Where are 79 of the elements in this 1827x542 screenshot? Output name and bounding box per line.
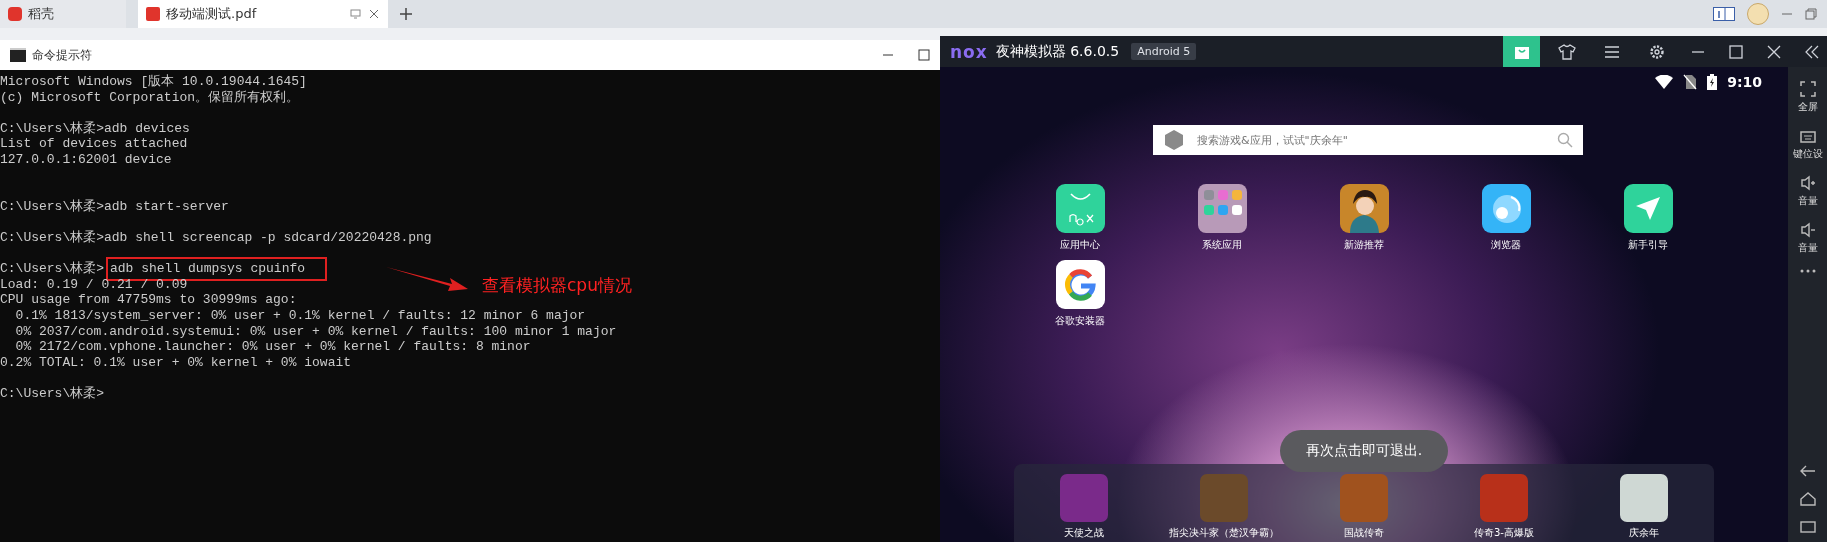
app-logo-icon	[8, 7, 22, 21]
console-text: (c) Microsoft Corporation。保留所有权利。	[0, 89, 300, 105]
menu-icon	[1602, 43, 1621, 60]
sidebar-label: 音量	[1797, 194, 1818, 208]
console-command: adb start-server	[104, 198, 229, 214]
app-label: 新游推荐	[1344, 238, 1384, 252]
app-label: 指尖决斗家（楚汉争霸）	[1169, 526, 1279, 540]
new-tab-icon[interactable]	[400, 8, 412, 20]
settings-icon	[1647, 43, 1666, 60]
console-command: adb shell screencap -p sdcard/20220428.png	[104, 229, 432, 245]
console-prompt: C:\Users\林柔>	[0, 261, 104, 277]
sidebar-label: 键位设	[1792, 147, 1823, 161]
game-thumbnail[interactable]	[1480, 474, 1528, 522]
document-tab[interactable]: 稻壳	[0, 0, 126, 28]
home-icon[interactable]	[1799, 492, 1816, 506]
game-icon[interactable]	[1339, 184, 1389, 233]
status-time: 9:10	[1727, 74, 1762, 90]
app-label: 应用中心	[1060, 238, 1100, 252]
volume-down-icon[interactable]	[1799, 222, 1816, 238]
app-logo: nox	[950, 41, 988, 62]
app-label: 新手引导	[1628, 238, 1668, 252]
app-label: 国战传奇	[1344, 526, 1384, 540]
app-label: 浏览器	[1491, 238, 1521, 252]
volume-up-icon[interactable]	[1799, 175, 1816, 191]
annotation-text: 查看模拟器cpu情况	[482, 275, 632, 296]
recent-apps-icon[interactable]	[1799, 520, 1816, 534]
collapse-icon[interactable]	[1805, 44, 1819, 59]
folder-icon[interactable]	[1197, 184, 1247, 233]
console-prompt: C:\Users\林柔>	[0, 120, 104, 136]
app-label: 谷歌安装器	[1055, 314, 1105, 328]
wifi-icon	[1655, 75, 1674, 89]
console-text: 0.1% 1813/system_server: 0% user + 0.1% kernel / faults: 12 minor 6 major	[14, 307, 586, 323]
browser-icon[interactable]	[1481, 184, 1531, 233]
close-icon[interactable]	[1767, 44, 1781, 59]
console-text: 0.2% TOTAL: 0.1% user + 0% kernel + 0% iowait	[0, 354, 352, 370]
window-title: 夜神模拟器 6.6.0.5	[995, 42, 1120, 61]
toast-message: 再次点击即可退出.	[1279, 430, 1449, 472]
game-thumbnail[interactable]	[1200, 474, 1248, 522]
console-text: Microsoft Windows [版本 10.0.19044.1645]	[0, 74, 307, 89]
game-thumbnail[interactable]	[1340, 474, 1388, 522]
console-prompt: C:\Users\林柔>	[0, 229, 104, 245]
tab-actions-icon[interactable]	[350, 8, 380, 20]
search-field[interactable]: 搜索游戏&应用，试试"庆余年"	[1195, 132, 1547, 148]
window-title: 命令提示符	[32, 46, 92, 64]
maximize-icon[interactable]	[918, 49, 930, 61]
more-icon[interactable]	[1799, 269, 1816, 273]
google-installer-icon[interactable]	[1055, 260, 1105, 309]
app-center-icon[interactable]	[1055, 184, 1105, 233]
battery-charging-icon	[1707, 74, 1718, 90]
app-label: 庆余年	[1629, 526, 1659, 540]
shirt-icon	[1557, 43, 1576, 60]
sidebar-label: 全屏	[1797, 100, 1818, 114]
console-prompt: C:\Users\林柔>	[0, 198, 104, 214]
version-badge: Android 5	[1131, 43, 1197, 60]
console-prompt: C:\Users\林柔>	[0, 385, 104, 401]
console-command: adb devices	[104, 120, 190, 136]
back-icon[interactable]	[1799, 464, 1816, 478]
console-text: 0% 2037/com.android.systemui: 0% user + 0% kernel / faults: 100 minor 1 major	[14, 323, 617, 339]
app-label: 传奇3-高爆版	[1474, 526, 1534, 540]
terminal-icon	[10, 48, 26, 62]
fullscreen-icon[interactable]	[1799, 81, 1816, 97]
window-layout-icon[interactable]	[1713, 7, 1735, 21]
pdf-icon	[146, 7, 160, 21]
console-text: List of devices attached	[0, 136, 188, 152]
search-bar[interactable]: 搜索游戏&应用，试试"庆余年"	[1153, 125, 1583, 155]
app-label: 天使之战	[1064, 526, 1104, 540]
console-text: 0% 2172/com.vphone.launcher: 0% user + 0% kernel / faults: 8 minor	[14, 339, 531, 355]
document-tab[interactable]: 移动端测试.pdf	[138, 0, 388, 28]
keyboard-icon[interactable]	[1799, 128, 1816, 144]
sidebar-label: 音量	[1797, 241, 1818, 255]
console-text: 127.0.0.1:62001 device	[0, 151, 172, 167]
app-label: 系统应用	[1202, 238, 1242, 252]
hexagon-logo-icon	[1163, 129, 1185, 151]
console-text: CPU usage from 47759ms to 30999ms ago:	[0, 292, 297, 308]
paper-plane-icon[interactable]	[1623, 184, 1673, 233]
game-thumbnail[interactable]	[1620, 474, 1668, 522]
restore-icon[interactable]	[1805, 8, 1817, 20]
game-thumbnail[interactable]	[1060, 474, 1108, 522]
no-sim-icon	[1683, 74, 1698, 90]
